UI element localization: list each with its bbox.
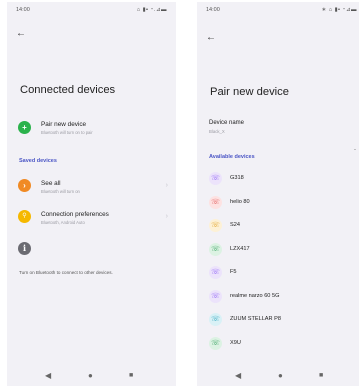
device-name-value: Black_X [209,129,225,134]
back-arrow-icon[interactable]: ← [16,28,26,39]
page-title: Connected devices [20,84,116,96]
status-icons: ∗ ⌂ ▮▪ ⁃⊿▬ [321,7,357,13]
nav-home-icon[interactable]: ● [88,371,93,380]
pair-new-device-sub: Bluetooth will turn on to pair [41,130,93,135]
chevron-right-icon: › [18,179,31,192]
connection-preferences-label: Connection preferences [41,211,109,218]
bluetooth-footnote: Turn on Bluetooth to connect to other de… [19,270,113,275]
phone-icon: ☏ [209,219,222,232]
see-all-label: See all [41,180,61,187]
saved-devices-heading: Saved devices [19,158,57,164]
nav-home-icon[interactable]: ● [278,371,283,380]
device-name: X9U [230,339,241,346]
pair-new-device-screen: 14:00 ∗ ⌂ ▮▪ ⁃⊿▬ ← Pair new device Devic… [197,2,359,386]
navigation-bar: ◀ ● ■ [7,366,176,386]
nav-recents-icon[interactable]: ■ [319,372,323,379]
info-icon: i [18,242,31,255]
pair-new-device-label: Pair new device [41,121,87,128]
status-time: 14:00 [206,7,220,13]
nav-back-icon[interactable]: ◀ [45,371,51,380]
phone-icon: ☏ [209,289,222,303]
phone-icon: ☏ [209,336,222,350]
status-bar: 14:00 ⌂ ▮▪ ⁃.⊿▬ [16,7,167,15]
device-list-item[interactable]: ☏ realme narzo 60 5G [197,286,359,308]
phone-icon: ☏ [209,242,222,256]
device-name: LZX417 [230,245,250,252]
phone-icon: ☏ [209,172,222,185]
available-devices-heading: Available devices [209,154,255,160]
plus-icon: + [18,121,31,134]
device-list-item[interactable]: ☏ ZUUM STELLAR P8 [197,309,359,331]
chevron-right-icon: › [165,182,168,189]
device-name: F5 [230,269,237,275]
status-bar: 14:00 ∗ ⌂ ▮▪ ⁃⊿▬ [206,7,357,15]
device-list-item[interactable]: ☏ S24 [197,215,359,237]
see-all-item[interactable]: › See all Bluetooth will turn on › [7,176,176,198]
connection-preferences-item[interactable]: ⚲ Connection preferences Bluetooth, Andr… [7,207,176,229]
status-icons: ⌂ ▮▪ ⁃.⊿▬ [136,7,167,13]
pair-new-device-item[interactable]: + Pair new device Bluetooth will turn on… [7,118,176,140]
link-icon: ⚲ [18,210,31,223]
connection-preferences-sub: Bluetooth, Android Auto [41,220,85,225]
phone-icon: ☏ [209,266,222,279]
chevron-right-icon: › [165,213,168,220]
nav-recents-icon[interactable]: ■ [129,372,133,379]
device-name-label: Device name [209,120,245,126]
back-arrow-icon[interactable]: ← [206,32,216,43]
status-time: 14:00 [16,7,30,13]
collapse-icon[interactable]: ˇ [354,150,356,156]
page-title: Pair new device [210,86,289,98]
navigation-bar: ◀ ● ■ [197,366,359,386]
device-list-item[interactable]: ☏ G318 [197,168,359,190]
see-all-sub: Bluetooth will turn on [41,189,80,194]
device-list-item[interactable]: ☏ F5 [197,262,359,284]
device-name: helio 80 [230,198,250,205]
nav-back-icon[interactable]: ◀ [235,371,241,380]
info-row: i [7,242,176,258]
device-name: realme narzo 60 5G [230,292,280,299]
device-name: G318 [230,175,244,181]
device-list-item[interactable]: ☏ helio 80 [197,192,359,214]
device-name: ZUUM STELLAR P8 [230,316,281,322]
phone-icon: ☏ [209,313,222,326]
device-list-item[interactable]: ☏ LZX417 [197,239,359,261]
connected-devices-screen: 14:00 ⌂ ▮▪ ⁃.⊿▬ ← Connected devices + Pa… [7,2,176,386]
phone-icon: ☏ [209,195,222,209]
device-list-item[interactable]: ☏ X9U [197,333,359,355]
device-name: S24 [230,222,240,228]
